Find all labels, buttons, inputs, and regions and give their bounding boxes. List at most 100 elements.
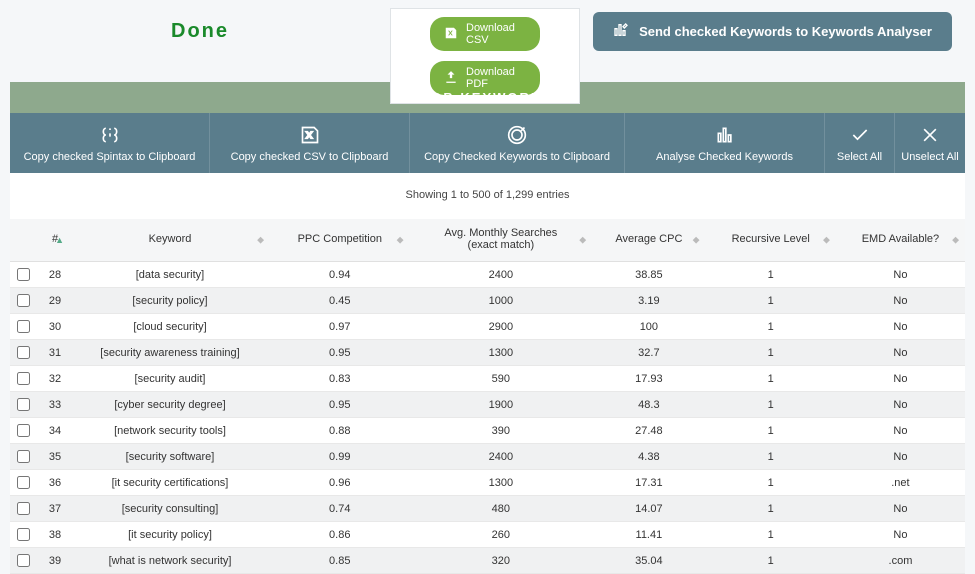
- status-text: Done: [10, 8, 390, 43]
- bar-chart-icon: [631, 125, 818, 145]
- cell-emd: No: [836, 262, 965, 288]
- cell-searches: 320: [410, 548, 593, 574]
- col-ppc[interactable]: PPC Competition◆: [270, 219, 410, 262]
- cell-cpc: 100: [592, 314, 705, 340]
- cell-number: 38: [40, 522, 70, 548]
- cell-searches: 1300: [410, 470, 593, 496]
- copy-spintax-label: Copy checked Spintax to Clipboard: [16, 151, 203, 163]
- col-cpc[interactable]: Average CPC◆: [592, 219, 705, 262]
- cell-ppc: 0.86: [270, 522, 410, 548]
- row-checkbox[interactable]: [17, 502, 30, 515]
- copy-spintax-button[interactable]: Copy checked Spintax to Clipboard: [10, 113, 210, 173]
- cell-emd: No: [836, 444, 965, 470]
- cell-recursive: 1: [706, 444, 836, 470]
- cell-number: 30: [40, 314, 70, 340]
- cell-emd: No: [836, 366, 965, 392]
- table-row: 35[security software]0.9924004.381No: [10, 444, 965, 470]
- entries-info: Showing 1 to 500 of 1,299 entries: [10, 173, 965, 219]
- row-checkbox[interactable]: [17, 528, 30, 541]
- bar-chart-icon: [613, 22, 629, 41]
- excel-icon: [216, 125, 403, 145]
- row-checkbox[interactable]: [17, 294, 30, 307]
- col-recursive[interactable]: Recursive Level◆: [706, 219, 836, 262]
- col-searches[interactable]: Avg. Monthly Searches (exact match)◆: [410, 219, 593, 262]
- download-pdf-label: Download PDF: [466, 66, 526, 90]
- copy-csv-button[interactable]: Copy checked CSV to Clipboard: [210, 113, 410, 173]
- cell-recursive: 1: [706, 418, 836, 444]
- cell-keyword: [it security certifications]: [70, 470, 270, 496]
- cell-number: 37: [40, 496, 70, 522]
- cell-ppc: 0.45: [270, 288, 410, 314]
- cell-recursive: 1: [706, 548, 836, 574]
- cell-searches: 2900: [410, 314, 593, 340]
- row-checkbox[interactable]: [17, 372, 30, 385]
- cell-number: 31: [40, 340, 70, 366]
- select-all-button[interactable]: Select All: [825, 113, 895, 173]
- row-checkbox[interactable]: [17, 268, 30, 281]
- cell-number: 34: [40, 418, 70, 444]
- analyse-keywords-button[interactable]: Analyse Checked Keywords: [625, 113, 825, 173]
- cell-cpc: 17.31: [592, 470, 705, 496]
- row-checkbox[interactable]: [17, 320, 30, 333]
- cell-ppc: 0.99: [270, 444, 410, 470]
- cell-emd: No: [836, 418, 965, 444]
- table-row: 36[it security certifications]0.96130017…: [10, 470, 965, 496]
- send-keywords-button[interactable]: Send checked Keywords to Keywords Analys…: [593, 12, 952, 51]
- cell-keyword: [security software]: [70, 444, 270, 470]
- table-row: 34[network security tools]0.8839027.481N…: [10, 418, 965, 444]
- cell-emd: No: [836, 522, 965, 548]
- cell-searches: 480: [410, 496, 593, 522]
- analyse-keywords-label: Analyse Checked Keywords: [631, 151, 818, 163]
- cell-keyword: [security audit]: [70, 366, 270, 392]
- cell-emd: .net: [836, 470, 965, 496]
- cell-number: 32: [40, 366, 70, 392]
- col-emd[interactable]: EMD Available?◆: [836, 219, 965, 262]
- cell-number: 35: [40, 444, 70, 470]
- download-csv-button[interactable]: Download CSV: [430, 17, 540, 51]
- cell-cpc: 32.7: [592, 340, 705, 366]
- cell-ppc: 0.83: [270, 366, 410, 392]
- row-checkbox[interactable]: [17, 450, 30, 463]
- table-row: 39[what is network security]0.8532035.04…: [10, 548, 965, 574]
- cell-searches: 2400: [410, 262, 593, 288]
- row-checkbox[interactable]: [17, 398, 30, 411]
- copy-keywords-button[interactable]: Copy Checked Keywords to Clipboard: [410, 113, 625, 173]
- row-checkbox[interactable]: [17, 346, 30, 359]
- cell-recursive: 1: [706, 340, 836, 366]
- cell-ppc: 0.95: [270, 340, 410, 366]
- cell-searches: 1300: [410, 340, 593, 366]
- cell-emd: .com: [836, 548, 965, 574]
- cell-number: 28: [40, 262, 70, 288]
- cell-recursive: 1: [706, 366, 836, 392]
- row-checkbox[interactable]: [17, 554, 30, 567]
- select-all-label: Select All: [831, 151, 888, 163]
- cell-cpc: 4.38: [592, 444, 705, 470]
- spintax-icon: [16, 125, 203, 145]
- cell-keyword: [security awareness training]: [70, 340, 270, 366]
- cell-recursive: 1: [706, 288, 836, 314]
- cell-recursive: 1: [706, 496, 836, 522]
- cell-keyword: [data security]: [70, 262, 270, 288]
- cell-cpc: 14.07: [592, 496, 705, 522]
- cell-keyword: [it security policy]: [70, 522, 270, 548]
- unselect-all-button[interactable]: Unselect All: [895, 113, 965, 173]
- cell-recursive: 1: [706, 470, 836, 496]
- table-row: 32[security audit]0.8359017.931No: [10, 366, 965, 392]
- pdf-icon: [444, 70, 458, 87]
- col-keyword[interactable]: Keyword◆: [70, 219, 270, 262]
- cell-cpc: 3.19: [592, 288, 705, 314]
- row-checkbox[interactable]: [17, 424, 30, 437]
- check-icon: [831, 125, 888, 145]
- cell-cpc: 17.93: [592, 366, 705, 392]
- cell-keyword: [network security tools]: [70, 418, 270, 444]
- excel-icon: [444, 26, 458, 43]
- cell-recursive: 1: [706, 262, 836, 288]
- row-checkbox[interactable]: [17, 476, 30, 489]
- cell-cpc: 27.48: [592, 418, 705, 444]
- col-number[interactable]: #▲: [40, 219, 70, 262]
- cell-searches: 1000: [410, 288, 593, 314]
- table-row: 37[security consulting]0.7448014.071No: [10, 496, 965, 522]
- cell-number: 39: [40, 548, 70, 574]
- cell-ppc: 0.85: [270, 548, 410, 574]
- cell-emd: No: [836, 340, 965, 366]
